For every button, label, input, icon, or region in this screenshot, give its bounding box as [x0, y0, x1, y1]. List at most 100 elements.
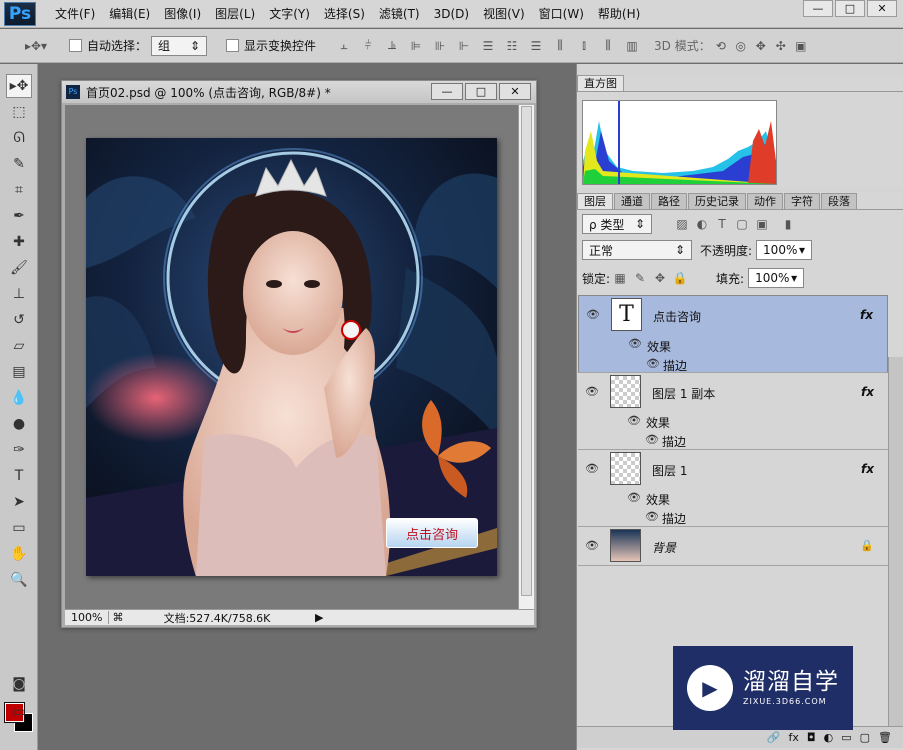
lasso-tool-icon[interactable]: ᘏ: [6, 126, 32, 150]
delete-layer-icon[interactable]: 🗑: [878, 731, 892, 744]
auto-select-dropdown[interactable]: 组 ⇕: [151, 35, 208, 56]
eyedropper-tool-icon[interactable]: ✒: [6, 204, 32, 228]
vertical-scrollbar[interactable]: [518, 105, 534, 609]
add-style-icon[interactable]: fx: [789, 731, 799, 744]
visibility-eye-icon[interactable]: 👁: [583, 308, 603, 321]
3d-slide-icon[interactable]: ✣: [771, 36, 791, 56]
tab-character[interactable]: 字符: [784, 193, 820, 209]
distribute-hcenter-icon[interactable]: ⫾: [574, 36, 594, 56]
layer-name[interactable]: 图层 1: [652, 462, 687, 479]
align-right-icon[interactable]: ⊩: [454, 36, 474, 56]
align-hcenter-icon[interactable]: ⊪: [430, 36, 450, 56]
add-mask-icon[interactable]: ◘: [807, 731, 816, 744]
filter-smart-icon[interactable]: ▣: [752, 214, 772, 234]
clone-stamp-tool-icon[interactable]: ⊥: [6, 282, 32, 306]
eraser-tool-icon[interactable]: ▱: [6, 334, 32, 358]
menu-type[interactable]: 文字(Y): [262, 0, 317, 28]
layer-name[interactable]: 背景: [652, 539, 676, 556]
stroke-eye-icon[interactable]: 👁: [642, 433, 662, 446]
menu-window[interactable]: 窗口(W): [532, 0, 591, 28]
crop-tool-icon[interactable]: ⌗: [6, 178, 32, 202]
menu-layer[interactable]: 图层(L): [208, 0, 262, 28]
menu-edit[interactable]: 编辑(E): [102, 0, 157, 28]
type-tool-icon[interactable]: T: [6, 464, 32, 488]
layer-row-background[interactable]: 👁 背景 🔒: [578, 527, 888, 566]
quick-select-tool-icon[interactable]: ✎: [6, 152, 32, 176]
stroke-eye-icon[interactable]: 👁: [643, 357, 663, 370]
show-transform-checkbox[interactable]: [226, 39, 240, 52]
dodge-tool-icon[interactable]: ●: [6, 412, 32, 436]
effects-eye-icon[interactable]: 👁: [625, 337, 645, 350]
canvas-area[interactable]: 点击咨询: [65, 105, 518, 609]
distribute-left-icon[interactable]: ⫼: [550, 36, 570, 56]
fx-badge[interactable]: fx: [861, 385, 874, 399]
maximize-button[interactable]: □: [835, 0, 865, 17]
3d-scale-icon[interactable]: ▣: [791, 36, 811, 56]
layers-scrollbar[interactable]: [888, 357, 903, 727]
new-group-icon[interactable]: ▭: [841, 731, 851, 744]
shape-tool-icon[interactable]: ▭: [6, 516, 32, 540]
menu-image[interactable]: 图像(I): [157, 0, 208, 28]
filter-type-icon[interactable]: T: [712, 214, 732, 234]
link-layers-icon[interactable]: 🔗: [767, 731, 781, 744]
document-info[interactable]: 文档:527.4K/758.6K: [127, 610, 307, 626]
hand-tool-icon[interactable]: ✋: [6, 542, 32, 566]
layer-name[interactable]: 图层 1 副本: [652, 385, 715, 402]
marquee-tool-icon[interactable]: ⬚: [6, 100, 32, 124]
filter-toggle-icon[interactable]: ▮: [778, 214, 798, 234]
effects-eye-icon[interactable]: 👁: [624, 414, 644, 427]
fx-badge[interactable]: fx: [860, 308, 873, 322]
tab-history[interactable]: 历史记录: [688, 193, 746, 209]
align-vcenter-icon[interactable]: ⫩: [358, 36, 378, 56]
3d-rotate-icon[interactable]: ⟲: [711, 36, 731, 56]
history-brush-tool-icon[interactable]: ↺: [6, 308, 32, 332]
path-select-tool-icon[interactable]: ➤: [6, 490, 32, 514]
move-tool-preset-icon[interactable]: ▸✥▾: [18, 36, 54, 56]
minimize-button[interactable]: —: [803, 0, 833, 17]
menu-file[interactable]: 文件(F): [48, 0, 102, 28]
menu-select[interactable]: 选择(S): [317, 0, 372, 28]
menu-view[interactable]: 视图(V): [476, 0, 532, 28]
tab-histogram[interactable]: 直方图: [577, 75, 624, 91]
opacity-input[interactable]: 100% ▾: [756, 240, 813, 260]
move-tool-icon[interactable]: ▸✥: [6, 74, 32, 98]
tab-channels[interactable]: 通道: [614, 193, 650, 209]
screen-mode-icon[interactable]: ▭: [6, 700, 32, 724]
layer-row-copy[interactable]: 👁 图层 1 副本 fx 👁 效果 👁 描边: [578, 373, 888, 450]
blur-tool-icon[interactable]: 💧: [6, 386, 32, 410]
layer-filter-dropdown[interactable]: ρ 类型 ⇕: [582, 214, 652, 234]
gradient-tool-icon[interactable]: ▤: [6, 360, 32, 384]
layer-row-layer1[interactable]: 👁 图层 1 fx 👁 效果 👁 描边: [578, 450, 888, 527]
fill-input[interactable]: 100% ▾: [748, 268, 805, 288]
document-title-bar[interactable]: Ps 首页02.psd @ 100% (点击咨询, RGB/8#) * — □ …: [62, 81, 536, 103]
vertical-scroll-thumb[interactable]: [521, 106, 532, 596]
lock-position-icon[interactable]: ✥: [650, 268, 670, 288]
lock-transparency-icon[interactable]: ▦: [610, 268, 630, 288]
tab-actions[interactable]: 动作: [747, 193, 783, 209]
align-top-icon[interactable]: ⫠: [334, 36, 354, 56]
tab-paragraph[interactable]: 段落: [821, 193, 857, 209]
align-left-icon[interactable]: ⊫: [406, 36, 426, 56]
menu-help[interactable]: 帮助(H): [591, 0, 647, 28]
fx-badge[interactable]: fx: [861, 462, 874, 476]
distribute-bottom-icon[interactable]: ☰: [526, 36, 546, 56]
visibility-eye-icon[interactable]: 👁: [582, 462, 602, 475]
distribute-right-icon[interactable]: ⫼: [598, 36, 618, 56]
brush-tool-icon[interactable]: 🖌: [6, 256, 32, 280]
filter-shape-icon[interactable]: ▢: [732, 214, 752, 234]
zoom-tool-icon[interactable]: 🔍: [6, 568, 32, 592]
3d-roll-icon[interactable]: ◎: [731, 36, 751, 56]
close-button[interactable]: ✕: [867, 0, 897, 17]
status-share-icon[interactable]: ⌘: [109, 611, 127, 624]
visibility-eye-icon[interactable]: 👁: [582, 385, 602, 398]
quick-mask-icon[interactable]: ◙: [6, 672, 32, 696]
menu-3d[interactable]: 3D(D): [427, 0, 476, 28]
menu-filter[interactable]: 滤镜(T): [372, 0, 427, 28]
filter-adjust-icon[interactable]: ◐: [692, 214, 712, 234]
pen-tool-icon[interactable]: ✑: [6, 438, 32, 462]
lock-pixels-icon[interactable]: ✎: [630, 268, 650, 288]
3d-pan-icon[interactable]: ✥: [751, 36, 771, 56]
visibility-eye-icon[interactable]: 👁: [582, 539, 602, 552]
doc-close-button[interactable]: ✕: [499, 83, 531, 100]
auto-align-icon[interactable]: ▥: [622, 36, 642, 56]
